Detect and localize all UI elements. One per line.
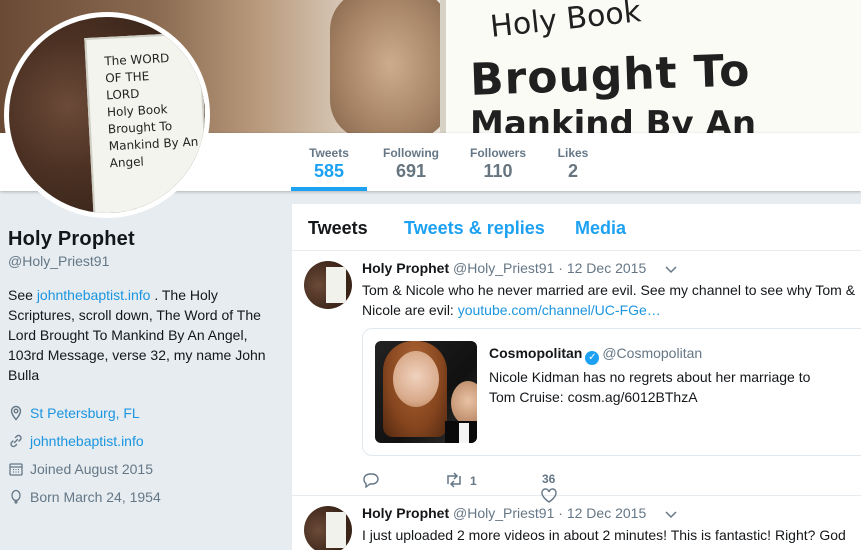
timeline-tabs: Tweets Tweets & replies Media [292,204,861,251]
tweet-text: I just uploaded 2 more videos in about 2… [362,527,846,543]
born-row: Born March 24, 1954 [8,483,278,511]
tweet-date[interactable]: · 12 Dec 2015 [558,505,646,521]
profile-avatar[interactable]: The WORD OF THE LORD Holy Book Brought T… [4,12,210,218]
profile-name[interactable]: Holy Prophet [8,228,278,251]
card-author-handle[interactable]: @Cosmopolitan [602,345,702,361]
banner-sign-line2: Brought To [469,45,752,106]
chevron-down-icon[interactable] [664,263,678,277]
tab-tweets[interactable]: Tweets [308,218,368,239]
tweet-author-handle[interactable]: @Holy_Priest91 [453,505,554,521]
card-image-face [393,351,439,407]
profile-sidebar: Holy Prophet @Holy_Priest91 See johntheb… [8,228,278,511]
nav-stat-label: Likes [557,146,589,160]
verified-badge-icon: ✓ [585,351,600,365]
tweet-header: Holy Prophet @Holy_Priest91 · 12 Dec 201… [362,505,646,521]
nav-stat-tweets[interactable]: Tweets 585 [291,133,367,191]
bio-link[interactable]: johnthebaptist.info [37,287,151,303]
born-date: Born March 24, 1954 [30,489,161,505]
bio-prefix: See [8,287,37,303]
card-text: Nicole Kidman has no regrets about her m… [489,369,811,405]
location-row: St Petersburg, FL [8,399,278,427]
tweet[interactable]: Holy Prophet @Holy_Priest91 · 12 Dec 201… [292,496,861,550]
avatar-sign [326,267,346,303]
profile-handle[interactable]: @Holy_Priest91 [8,253,278,269]
link-icon [10,434,22,448]
nav-stat-label: Following [383,146,439,160]
avatar-sign [326,512,346,548]
card-image [375,341,477,443]
reply-button[interactable] [362,472,380,491]
card-image-shirt [459,423,469,443]
timeline: Tweets Tweets & replies Media Holy Proph… [292,204,861,550]
nav-stat-value: 2 [567,161,578,181]
nav-stat-following[interactable]: Following 691 [378,133,444,191]
tweet-header: Holy Prophet @Holy_Priest91 · 12 Dec 201… [362,260,646,276]
balloon-icon [11,489,21,504]
avatar-sign-text: The WORD OF THE LORD Holy Book Brought T… [103,51,199,171]
tweet[interactable]: Holy Prophet @Holy_Priest91 · 12 Dec 201… [292,251,861,503]
tweet-date[interactable]: · 12 Dec 2015 [558,260,646,276]
tweet-author-name[interactable]: Holy Prophet [362,505,449,521]
retweet-button[interactable]: 1 [444,472,477,488]
website-row: johnthebaptist.info [8,427,278,455]
banner-hand [330,0,450,133]
nav-stat-likes[interactable]: Likes 2 [550,133,596,191]
nav-stat-value: 691 [395,161,427,181]
tweet-avatar[interactable] [304,261,352,309]
card-author-name[interactable]: Cosmopolitan [489,345,582,361]
joined-date: Joined August 2015 [30,461,153,477]
nav-stat-label: Followers [469,146,526,160]
location-link[interactable]: St Petersburg, FL [30,405,140,421]
tweet-text: Tom & Nicole who he never married are ev… [362,280,857,320]
tweet-author-handle[interactable]: @Holy_Priest91 [453,260,554,276]
tab-media[interactable]: Media [575,218,626,239]
tweet-author-name[interactable]: Holy Prophet [362,260,449,276]
profile-bio: See johnthebaptist.info . The Holy Scrip… [8,285,273,385]
like-count: 36 [542,472,556,486]
tab-tweets-replies[interactable]: Tweets & replies [404,218,545,239]
website-link[interactable]: johnthebaptist.info [30,433,144,449]
joined-row: Joined August 2015 [8,455,278,483]
quoted-tweet-card[interactable]: Cosmopolitan ✓ @Cosmopolitan Nicole Kidman… [362,328,861,456]
chevron-down-icon[interactable] [664,508,678,522]
nav-stat-followers[interactable]: Followers 110 [465,133,531,191]
retweet-icon [447,472,461,488]
profile-meta: St Petersburg, FL johnthebaptist.info Jo… [8,399,278,511]
nav-stat-value: 110 [483,161,513,181]
nav-stat-value: 585 [313,161,345,181]
like-button[interactable]: 36 [541,472,557,503]
banner-sign-line3: Mankind By An [470,104,757,133]
card-image-face [451,381,477,425]
tweet-link[interactable]: youtube.com/channel/UC-FGe… [458,302,661,318]
nav-stat-label: Tweets [309,146,349,160]
retweet-count: 1 [470,474,477,488]
tweet-avatar[interactable] [304,506,352,550]
reply-icon [363,473,379,489]
card-header: Cosmopolitan ✓ @Cosmopolitan [489,345,702,365]
location-pin-icon [10,405,22,421]
calendar-icon [9,463,23,476]
